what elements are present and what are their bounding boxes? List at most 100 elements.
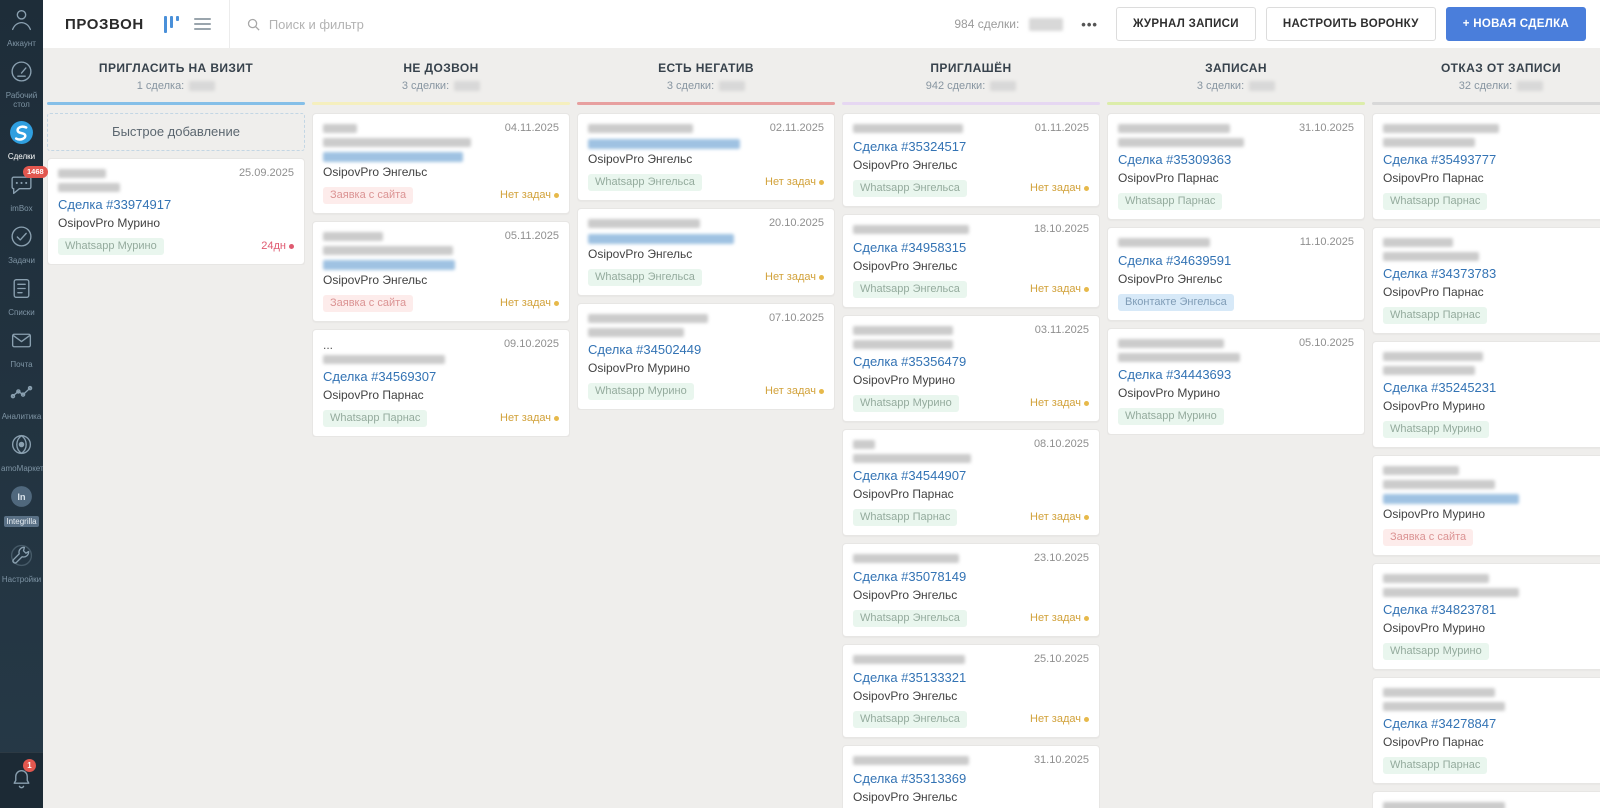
deal-card[interactable]: 18.10.2025 Сделка #34958315 OsipovPro Энге… xyxy=(842,214,1100,308)
redacted-text xyxy=(1383,466,1459,475)
deal-link[interactable]: Сделка #34639591 xyxy=(1118,253,1231,268)
deal-card[interactable]: Сделка #34663183OsipovPro ПарнасWhatsapp… xyxy=(1372,791,1600,808)
deal-company: OsipovPro Энгельс xyxy=(323,273,428,287)
sidebar-item-lists[interactable]: Списки xyxy=(0,276,43,317)
card-footer: Whatsapp Энгельса Нет задач xyxy=(853,280,1089,298)
deal-tag: Whatsapp Парнас xyxy=(853,508,958,526)
sidebar-item-analytics[interactable]: Аналитика xyxy=(0,380,43,421)
column-cards: Сделка #35493777 OsipovPro Парнас Whatsapp… xyxy=(1372,113,1600,808)
sidebar-item-desktop[interactable]: Рабочий стол xyxy=(0,59,43,109)
deal-card[interactable]: 23.10.2025 Сделка #35078149 OsipovPro Энге… xyxy=(842,543,1100,637)
deal-link[interactable]: Сделка #35133321 xyxy=(853,670,966,685)
column-count-label: 1 сделка: xyxy=(136,80,185,92)
deal-card[interactable]: 31.10.2025 Сделка #35309363 OsipovPro Парн… xyxy=(1107,113,1365,220)
check-icon xyxy=(9,224,34,249)
deal-link[interactable]: Сделка #34502449 xyxy=(588,342,701,357)
card-header xyxy=(1383,572,1600,597)
deal-card[interactable]: 05.10.2025 Сделка #34443693 OsipovPro Мури… xyxy=(1107,328,1365,435)
redacted-text xyxy=(588,219,700,228)
deal-card[interactable]: 01.11.2025 Сделка #35324517 OsipovPro Энге… xyxy=(842,113,1100,207)
redacted-deal-link xyxy=(1383,494,1519,504)
deal-link[interactable]: Сделка #35493777 xyxy=(1383,152,1496,167)
deal-card[interactable]: Сделка #35493777 OsipovPro Парнас Whatsapp… xyxy=(1372,113,1600,220)
redacted-text xyxy=(1383,252,1479,261)
notifications-area[interactable]: 1 xyxy=(0,752,43,808)
deal-card[interactable]: 08.10.2025 Сделка #34544907 OsipovPro Парн… xyxy=(842,429,1100,536)
deal-link[interactable]: Сделка #34544907 xyxy=(853,468,966,483)
card-footer: Whatsapp Парнас xyxy=(1383,306,1600,324)
deal-card[interactable]: Сделка #34278847 OsipovPro Парнас Whatsapp… xyxy=(1372,677,1600,784)
card-header: 25.09.2025 xyxy=(58,167,294,192)
sidebar-item-label: Integrilla xyxy=(4,516,39,527)
deal-card[interactable]: 02.11.2025 OsipovPro Энгельс Whatsapp Энге… xyxy=(577,113,835,201)
deal-card[interactable]: 07.10.2025 Сделка #34502449 OsipovPro Мури… xyxy=(577,303,835,410)
card-header xyxy=(1383,686,1600,711)
deal-card[interactable]: 20.10.2025 OsipovPro Энгельс Whatsapp Энге… xyxy=(577,208,835,296)
amo-logo-icon xyxy=(9,120,34,145)
sidebar-item-settings[interactable]: Настройки xyxy=(0,543,43,584)
deal-card[interactable]: 03.11.2025 Сделка #35356479 OsipovPro Мури… xyxy=(842,315,1100,422)
deal-link[interactable]: Сделка #35078149 xyxy=(853,569,966,584)
deal-link[interactable]: Сделка #35309363 xyxy=(1118,152,1231,167)
list-view-icon[interactable] xyxy=(193,18,211,30)
quick-add-button[interactable]: Быстрое добавление xyxy=(47,113,305,151)
deal-link[interactable]: Сделка #34569307 xyxy=(323,369,436,384)
deal-link[interactable]: Сделка #34443693 xyxy=(1118,367,1231,382)
column-title: ЕСТЬ НЕГАТИВ xyxy=(658,61,754,75)
sidebar-item-mail[interactable]: Почта xyxy=(0,328,43,369)
deal-line: Сделка #35324517 xyxy=(853,138,1089,156)
deal-card[interactable]: 25.09.2025 Сделка #33974917 OsipovPro Мури… xyxy=(47,158,305,265)
journal-button[interactable]: ЖУРНАЛ ЗАПИСИ xyxy=(1115,7,1256,41)
redacted-deal-link xyxy=(323,260,455,270)
deal-date: 11.10.2025 xyxy=(1299,236,1354,248)
sidebar-item-account[interactable]: Аккаунт xyxy=(0,7,43,48)
deal-card[interactable]: OsipovPro Мурино Заявка с сайта xyxy=(1372,455,1600,556)
deal-card[interactable]: 05.11.2025 OsipovPro Энгельс Заявка с сайт… xyxy=(312,221,570,322)
deal-link[interactable]: Сделка #35324517 xyxy=(853,139,966,154)
deal-card[interactable]: 11.10.2025 Сделка #34639591 OsipovPro Энге… xyxy=(1107,227,1365,321)
sidebar: Аккаунт Рабочий стол Сделки 1468 imBox Задачи… xyxy=(0,0,48,808)
contact-name xyxy=(323,122,497,147)
setup-funnel-button[interactable]: НАСТРОИТЬ ВОРОНКУ xyxy=(1265,7,1436,41)
sidebar-item-imbox[interactable]: 1468 imBox xyxy=(0,166,48,213)
deal-card[interactable]: Сделка #35245231 OsipovPro Мурино Whatsapp… xyxy=(1372,341,1600,448)
deal-link[interactable]: Сделка #33974917 xyxy=(58,197,171,212)
column-count-label: 3 сделки: xyxy=(666,80,715,92)
new-deal-button[interactable]: + НОВАЯ СДЕЛКА xyxy=(1445,7,1586,41)
sidebar-item-amomarket[interactable]: amoМаркет xyxy=(0,432,43,473)
deal-company: OsipovPro Энгельс xyxy=(853,259,958,273)
deal-link[interactable]: Сделка #34958315 xyxy=(853,240,966,255)
deal-card[interactable]: 25.10.2025 Сделка #35133321 OsipovPro Энге… xyxy=(842,644,1100,738)
sidebar-item-deals[interactable]: Сделки xyxy=(0,120,43,161)
kanban-view-icon[interactable] xyxy=(163,15,179,33)
column-cards: 01.11.2025 Сделка #35324517 OsipovPro Энге… xyxy=(842,113,1100,808)
deal-card[interactable]: Сделка #34373783 OsipovPro Парнас Whatsapp… xyxy=(1372,227,1600,334)
card-footer: Whatsapp Парнас xyxy=(1383,192,1600,210)
deal-tag: Whatsapp Парнас xyxy=(1383,756,1488,774)
deal-link[interactable]: Сделка #35245231 xyxy=(1383,380,1496,395)
deal-line: Сделка #35493777 xyxy=(1383,151,1600,169)
task-status: Нет задач xyxy=(500,189,559,201)
deal-link[interactable]: Сделка #35356479 xyxy=(853,354,966,369)
search-input[interactable] xyxy=(268,16,576,32)
deal-card[interactable]: Сделка #34823781 OsipovPro Мурино Whatsapp… xyxy=(1372,563,1600,670)
sidebar-item-integrilla[interactable]: In Integrilla xyxy=(0,484,43,532)
deal-card[interactable]: 31.10.2025 Сделка #35313369 OsipovPro Энге… xyxy=(842,745,1100,808)
deal-link[interactable]: Сделка #34373783 xyxy=(1383,266,1496,281)
deal-company: OsipovPro Парнас xyxy=(323,388,424,402)
deal-link[interactable]: Сделка #35313369 xyxy=(853,771,966,786)
redacted-text xyxy=(1383,802,1505,808)
column-count-label: 3 сделки: xyxy=(401,80,450,92)
sidebar-item-tasks[interactable]: Задачи xyxy=(0,224,43,265)
card-footer: Whatsapp Мурино Нет задач xyxy=(588,382,824,400)
more-actions-button[interactable]: ••• xyxy=(1073,11,1106,38)
kanban-column: ЕСТЬ НЕГАТИВ 3 сделки: 02.11.2025 OsipovPro… xyxy=(577,48,835,808)
card-header: 20.10.2025 xyxy=(588,217,824,229)
deal-link[interactable]: Сделка #34823781 xyxy=(1383,602,1496,617)
column-header: ОТКАЗ ОТ ЗАПИСИ 32 сделки: xyxy=(1372,48,1600,105)
task-status: Нет задач xyxy=(500,412,559,424)
deal-card[interactable]: 04.11.2025 OsipovPro Энгельс Заявка с сайт… xyxy=(312,113,570,214)
deal-card[interactable]: ... 09.10.2025 Сделка #34569307 OsipovPro П… xyxy=(312,329,570,437)
task-status-dot xyxy=(1084,615,1089,621)
deal-link[interactable]: Сделка #34278847 xyxy=(1383,716,1496,731)
